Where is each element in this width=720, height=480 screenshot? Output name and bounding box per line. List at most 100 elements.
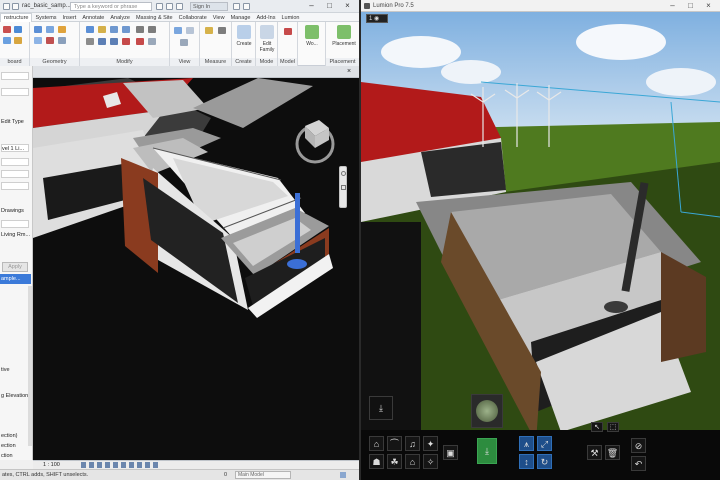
save-icon[interactable]: [12, 3, 19, 10]
apply-button[interactable]: Apply: [2, 262, 28, 272]
edit-type-button[interactable]: Edit Type: [0, 118, 31, 127]
type-selector[interactable]: [1, 72, 29, 80]
property-field[interactable]: [1, 220, 29, 228]
animals-category-button[interactable]: ☘: [387, 454, 402, 469]
undo-button[interactable]: ↶: [631, 456, 646, 471]
view-control-icons[interactable]: [81, 462, 161, 468]
revit-3d-viewport[interactable]: [33, 78, 359, 460]
browser-item[interactable]: ection: [0, 442, 31, 451]
subscription-icon[interactable]: [166, 3, 173, 10]
cut-icon[interactable]: [14, 26, 22, 33]
paint-icon[interactable]: [46, 37, 54, 44]
project-browser-header[interactable]: ample...: [0, 274, 31, 284]
close-button[interactable]: ×: [342, 1, 353, 12]
sign-in-field[interactable]: Sign In: [190, 2, 228, 11]
sound-category-button[interactable]: ♫: [405, 436, 420, 451]
rotate-icon[interactable]: [86, 38, 94, 45]
rotate-tool-button[interactable]: ↻: [537, 454, 552, 469]
select-mode-button[interactable]: ↖: [591, 422, 603, 432]
filter-icon[interactable]: [340, 472, 346, 478]
lumion-close-button[interactable]: ×: [703, 1, 714, 12]
measure-icon[interactable]: [205, 27, 213, 34]
edit-family-button[interactable]: Edit Family: [257, 25, 277, 53]
cut-geometry-icon[interactable]: [46, 26, 54, 33]
height-tool-button[interactable]: ⩚: [519, 436, 534, 451]
offset-icon[interactable]: [98, 26, 106, 33]
paste-icon[interactable]: [3, 26, 11, 33]
lumion-minimize-button[interactable]: –: [667, 1, 678, 12]
search-icon[interactable]: [156, 3, 163, 10]
indoor-category-button[interactable]: ⌂: [405, 454, 420, 469]
hide-icon[interactable]: [174, 27, 182, 34]
live-sync-badge[interactable]: 1 ◉: [366, 14, 388, 23]
placement-button[interactable]: Placement: [331, 25, 357, 53]
minimize-button[interactable]: –: [306, 1, 317, 12]
exchange-icon[interactable]: [233, 3, 240, 10]
context-menu-button[interactable]: ⊘: [631, 438, 646, 453]
steering-wheel-icon[interactable]: [341, 171, 346, 176]
pin-icon[interactable]: [122, 38, 130, 45]
star-icon[interactable]: [176, 3, 183, 10]
scale-tool-button[interactable]: ⤢: [537, 436, 552, 451]
help-icon[interactable]: [243, 3, 250, 10]
navigation-bar[interactable]: [339, 166, 347, 208]
box-select-button[interactable]: ⬚: [607, 422, 619, 432]
mirror-icon[interactable]: [110, 26, 118, 33]
override-icon[interactable]: [186, 27, 194, 34]
browser-item[interactable]: g Elevation: [0, 392, 31, 401]
copy-icon[interactable]: [3, 37, 11, 44]
close-view-icon[interactable]: ×: [347, 68, 355, 75]
browser-item[interactable]: ction: [0, 452, 31, 461]
property-field[interactable]: [1, 170, 29, 178]
save-object-button[interactable]: ▣: [443, 445, 458, 460]
wall-joins-icon[interactable]: [58, 37, 66, 44]
browser-item[interactable]: tive: [0, 366, 31, 375]
dimension-icon[interactable]: [218, 27, 226, 34]
edit-properties-button[interactable]: ⚒: [587, 445, 602, 460]
browser-item[interactable]: ection): [0, 432, 31, 441]
app-menu-icon[interactable]: [3, 3, 10, 10]
align-icon[interactable]: [86, 26, 94, 33]
maximize-button[interactable]: □: [324, 1, 335, 12]
create-button[interactable]: Create: [234, 25, 254, 53]
edit-family-icon: [260, 25, 274, 39]
create-panel: Create Create: [232, 22, 256, 66]
property-field[interactable]: [1, 182, 29, 190]
copy-element-icon[interactable]: [148, 26, 156, 33]
tab-structure[interactable]: nstructure: [0, 13, 33, 22]
split-icon[interactable]: [110, 38, 118, 45]
people-category-button[interactable]: ☗: [369, 454, 384, 469]
delete-icon[interactable]: [136, 38, 144, 45]
lumion-3d-viewport[interactable]: [361, 12, 720, 480]
mirror-draw-icon[interactable]: [122, 26, 130, 33]
measure-label: Measure: [200, 58, 231, 66]
linework-icon[interactable]: [180, 39, 188, 46]
match-icon[interactable]: [14, 37, 22, 44]
browser-scrollbar[interactable]: [28, 286, 32, 446]
array-icon[interactable]: [148, 38, 156, 45]
import-button[interactable]: ⤓: [369, 396, 393, 420]
view-scale[interactable]: 1 : 100: [43, 461, 60, 469]
model-icon[interactable]: [284, 28, 292, 35]
search-input[interactable]: Type a keyword or phrase: [70, 2, 152, 11]
nature-category-button[interactable]: ⌂: [369, 436, 384, 451]
place-object-button[interactable]: ⤓: [477, 438, 497, 464]
zoom-icon[interactable]: [341, 185, 346, 190]
move-tool-button[interactable]: ↕: [519, 454, 534, 469]
move-icon[interactable]: [136, 26, 144, 33]
work-plane-button[interactable]: Wo...: [302, 25, 322, 53]
active-model-selector[interactable]: Main Model: [235, 471, 291, 479]
join-icon[interactable]: [58, 26, 66, 33]
delete-object-button[interactable]: 🗑: [605, 445, 620, 460]
trim-icon[interactable]: [98, 38, 106, 45]
transport-category-button[interactable]: ⏜: [387, 436, 402, 451]
object-preview[interactable]: [471, 394, 503, 428]
model-panel: Model: [278, 22, 298, 66]
lumion-maximize-button[interactable]: □: [685, 1, 696, 12]
instance-filter[interactable]: [1, 88, 29, 96]
special-category-button[interactable]: ✧: [423, 454, 438, 469]
split-face-icon[interactable]: [34, 37, 42, 44]
property-field[interactable]: [1, 158, 29, 166]
effects-category-button[interactable]: ✦: [423, 436, 438, 451]
cope-icon[interactable]: [34, 26, 42, 33]
